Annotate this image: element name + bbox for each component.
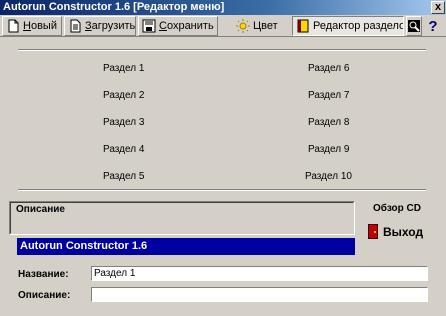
window-title: Autorun Constructor 1.6 [Редактор меню] <box>3 1 225 13</box>
new-button[interactable]: Новый <box>2 16 62 36</box>
color-button[interactable]: Цвет <box>232 16 282 36</box>
new-file-icon <box>6 19 20 33</box>
name-label: Название: <box>18 269 69 280</box>
browse-cd-button[interactable]: Обзор CD <box>373 203 421 214</box>
load-file-icon <box>68 19 82 33</box>
menu-item-right-6[interactable]: Раздел 6 <box>308 63 349 74</box>
menu-item-left-1[interactable]: Раздел 1 <box>103 63 144 74</box>
help-icon[interactable]: ? <box>424 16 442 36</box>
section-editor-label: Редактор разделов <box>313 20 404 32</box>
new-label: овый <box>30 20 57 32</box>
menu-item-right-7[interactable]: Раздел 7 <box>308 90 349 101</box>
description-box-label: Описание <box>16 204 65 215</box>
load-accel: З <box>85 20 92 32</box>
save-accel: С <box>159 20 167 32</box>
bottom-divider <box>18 189 426 191</box>
status-bar: Autorun Constructor 1.6 <box>17 238 355 255</box>
save-button[interactable]: Сохранить <box>138 16 218 36</box>
menu-item-left-4[interactable]: Раздел 4 <box>103 144 144 155</box>
sun-icon <box>236 19 250 33</box>
door-icon <box>368 224 378 239</box>
load-button[interactable]: Загрузить <box>64 16 136 36</box>
description-label: Описание: <box>18 290 71 301</box>
menu-item-left-5[interactable]: Раздел 5 <box>103 171 144 182</box>
save-label: охранить <box>166 20 214 32</box>
exit-label: Выход <box>383 224 424 239</box>
save-icon <box>142 19 156 33</box>
exit-button[interactable]: Выход <box>368 224 423 239</box>
toolbar: Новый Загрузить Сохранить Цвет Редактор … <box>0 15 446 37</box>
title-bar: Autorun Constructor 1.6 [Редактор меню] … <box>0 0 446 15</box>
menu-item-left-3[interactable]: Раздел 3 <box>103 117 144 128</box>
menu-item-left-2[interactable]: Раздел 2 <box>103 90 144 101</box>
color-label: Цвет <box>253 20 278 32</box>
preview-icon <box>407 19 421 33</box>
load-label: агрузить <box>91 20 136 32</box>
book-icon <box>296 19 310 33</box>
description-field[interactable] <box>91 287 428 302</box>
description-box: Описание <box>9 201 355 235</box>
close-button[interactable]: x <box>431 1 445 14</box>
preview-button[interactable] <box>406 16 422 36</box>
menu-item-right-9[interactable]: Раздел 9 <box>308 144 349 155</box>
top-divider <box>18 49 426 51</box>
menu-item-right-8[interactable]: Раздел 8 <box>308 117 349 128</box>
section-editor-button[interactable]: Редактор разделов <box>292 16 404 36</box>
menu-item-right-10[interactable]: Раздел 10 <box>305 171 352 182</box>
name-field[interactable]: Раздел 1 <box>91 266 428 281</box>
new-accel: Н <box>23 20 31 32</box>
